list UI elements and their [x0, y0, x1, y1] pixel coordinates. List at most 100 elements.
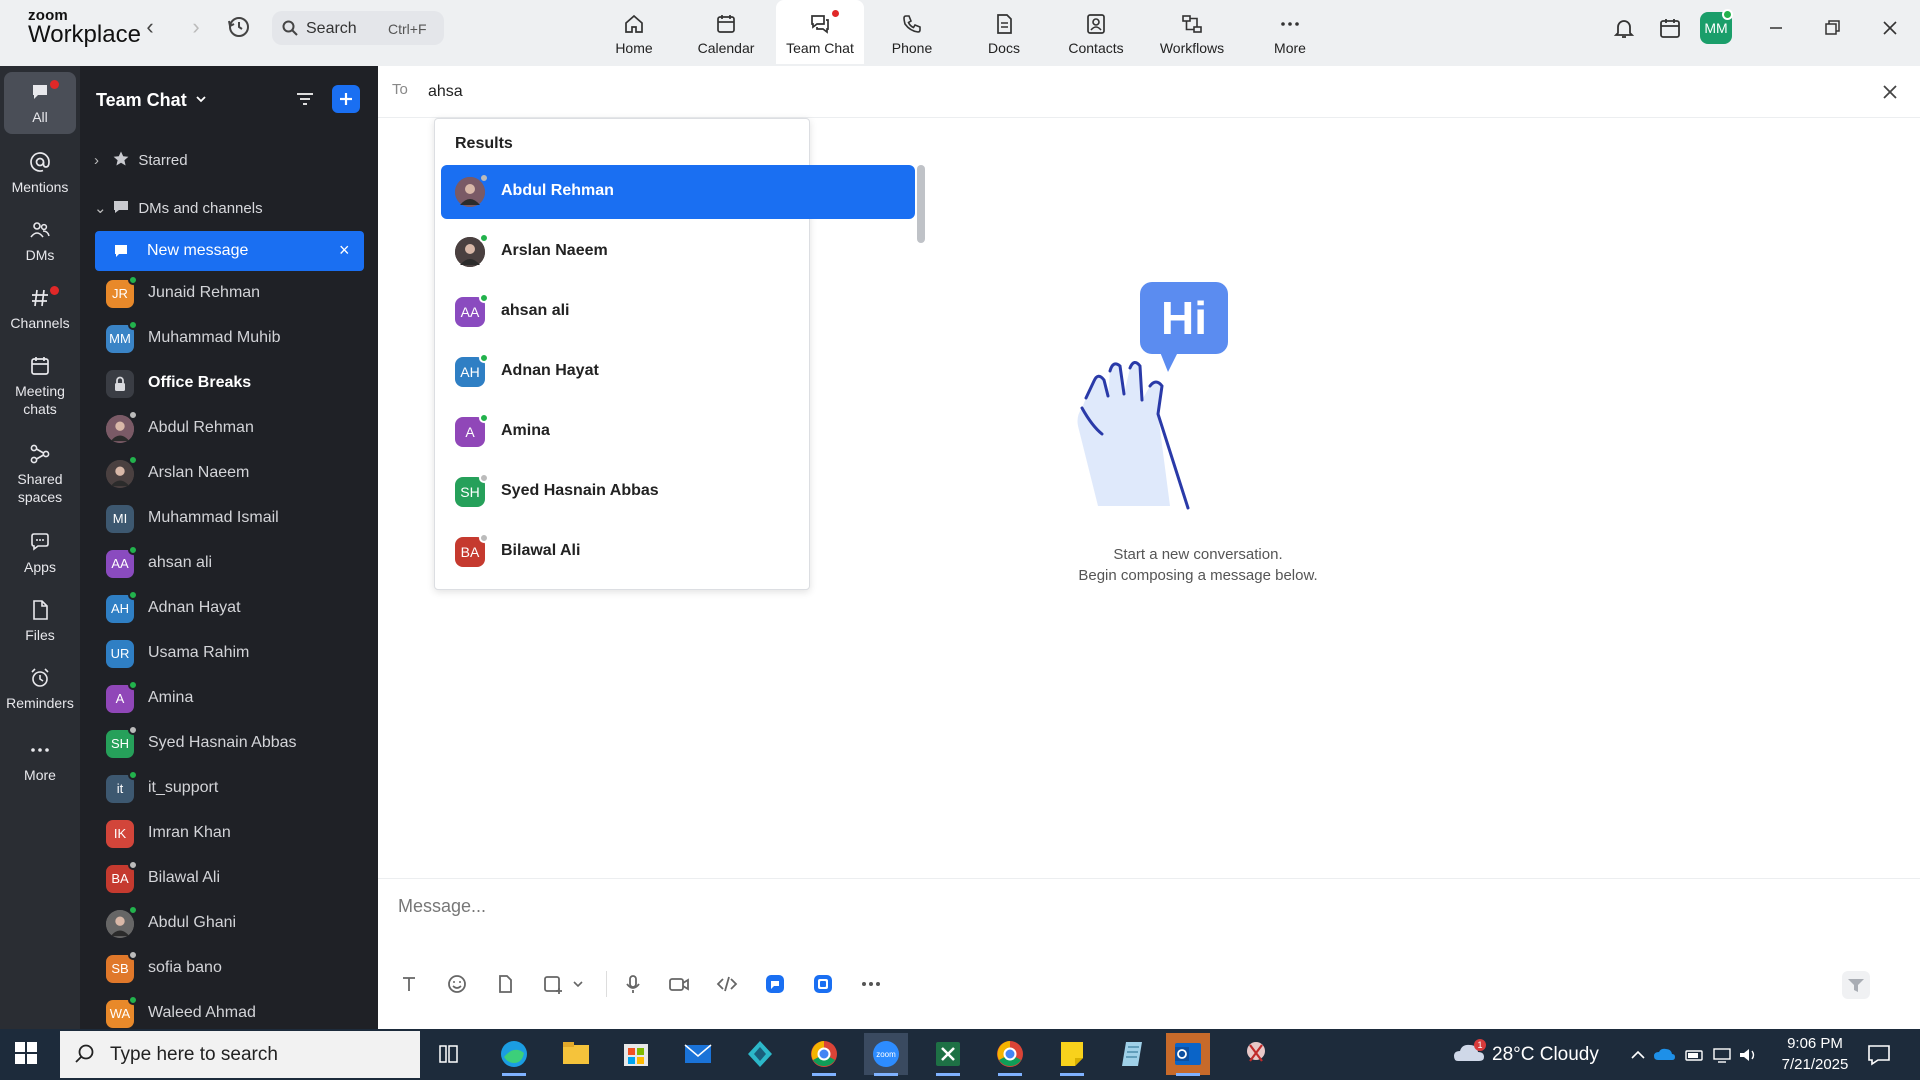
screenshot-icon[interactable]: [540, 971, 566, 997]
forward-arrow-icon[interactable]: ›: [184, 14, 208, 44]
text-format-icon[interactable]: [396, 971, 422, 997]
chat-list-item[interactable]: it it_support: [106, 767, 366, 807]
more-options-icon[interactable]: [858, 971, 884, 997]
app-icon-2[interactable]: [810, 971, 836, 997]
chat-list-item[interactable]: AA ahsan ali: [106, 542, 366, 582]
tab-calendar[interactable]: Calendar: [682, 0, 770, 64]
nav-more[interactable]: More: [4, 730, 76, 792]
chat-list-item[interactable]: WA Waleed Ahmad: [106, 992, 366, 1032]
add-chat-button[interactable]: [332, 85, 360, 113]
outlook-icon[interactable]: [1166, 1033, 1210, 1076]
nav-channels[interactable]: Channels: [4, 278, 76, 340]
chat-list-item[interactable]: JR Junaid Rehman: [106, 272, 366, 312]
file-attach-icon[interactable]: [492, 971, 518, 997]
nav-shared-spaces[interactable]: Shared spaces: [4, 434, 76, 512]
close-window-icon[interactable]: [1876, 14, 1904, 42]
app-diamond-icon[interactable]: [738, 1033, 782, 1075]
top-search-box[interactable]: Search Ctrl+F: [272, 11, 444, 45]
snipping-tool-icon[interactable]: [1236, 1033, 1280, 1075]
nav-all[interactable]: All: [4, 72, 76, 134]
chat-list-item[interactable]: IK Imran Khan: [106, 812, 366, 852]
task-view-icon[interactable]: [426, 1033, 470, 1075]
result-item[interactable]: AA ahsan ali: [441, 285, 915, 339]
chrome-profile-icon[interactable]: [988, 1033, 1032, 1076]
code-snippet-icon[interactable]: [714, 971, 740, 997]
nav-apps[interactable]: Apps: [4, 522, 76, 584]
zoom-app-icon[interactable]: zoom: [864, 1033, 908, 1076]
excel-icon[interactable]: [926, 1033, 970, 1076]
result-item[interactable]: Abdul Rehman: [441, 165, 915, 219]
filter-icon[interactable]: [294, 88, 316, 115]
send-icon[interactable]: [1842, 971, 1870, 999]
chat-list-item[interactable]: MI Muhammad Ismail: [106, 497, 366, 537]
weather-cloud-icon[interactable]: 1: [1452, 1039, 1488, 1074]
chat-bubble-icon: [28, 80, 52, 104]
tab-phone[interactable]: Phone: [868, 0, 956, 64]
video-icon[interactable]: [666, 971, 692, 997]
sidebar-title[interactable]: Team Chat: [96, 90, 187, 111]
chat-list-item[interactable]: SB sofia bano: [106, 947, 366, 987]
nav-meeting-chats[interactable]: Meeting chats: [4, 346, 76, 424]
tab-docs[interactable]: Docs: [960, 0, 1048, 64]
tab-workflows[interactable]: Workflows: [1148, 0, 1236, 64]
left-nav-rail: All Mentions DMs Channels Meeting chats Share…: [0, 66, 80, 1029]
tab-team-chat[interactable]: Team Chat: [776, 0, 864, 64]
chevron-down-icon[interactable]: [570, 971, 588, 997]
nav-label: Meeting chats: [15, 383, 65, 417]
tab-label: Home: [615, 40, 653, 56]
emoji-icon[interactable]: [444, 971, 470, 997]
starred-section[interactable]: › Starred: [94, 150, 188, 172]
nav-reminders[interactable]: Reminders: [4, 658, 76, 720]
chat-list-item[interactable]: AH Adnan Hayat: [106, 587, 366, 627]
windows-start-icon[interactable]: [14, 1041, 38, 1070]
chevron-down-icon[interactable]: [194, 92, 208, 111]
tab-more[interactable]: More: [1246, 0, 1334, 64]
store-icon[interactable]: [614, 1033, 658, 1075]
app-icon-1[interactable]: [762, 971, 788, 997]
minimize-icon[interactable]: [1762, 14, 1790, 42]
nav-files[interactable]: Files: [4, 590, 76, 652]
result-item[interactable]: BA Bilawal Ali: [441, 525, 915, 579]
result-item[interactable]: SH Syed Hasnain Abbas: [441, 465, 915, 519]
chrome-icon[interactable]: [802, 1033, 846, 1076]
bell-icon[interactable]: [1612, 16, 1636, 45]
taskbar-search-box[interactable]: Type here to search: [60, 1031, 420, 1078]
clock-date[interactable]: 7/21/2025: [1770, 1056, 1860, 1073]
results-scrollbar-thumb[interactable]: [917, 165, 925, 243]
chat-list-item[interactable]: A Amina: [106, 677, 366, 717]
notepad-icon[interactable]: [1112, 1033, 1156, 1075]
tab-contacts[interactable]: Contacts: [1052, 0, 1140, 64]
result-item[interactable]: AH Adnan Hayat: [441, 345, 915, 399]
file-explorer-icon[interactable]: [554, 1033, 598, 1075]
back-arrow-icon[interactable]: ‹: [138, 14, 162, 44]
nav-dms[interactable]: DMs: [4, 210, 76, 272]
chat-list-item[interactable]: Abdul Ghani: [106, 902, 366, 942]
chat-list-item[interactable]: Arslan Naeem: [106, 452, 366, 492]
edge-browser-icon[interactable]: [492, 1033, 536, 1076]
chat-list-item[interactable]: UR Usama Rahim: [106, 632, 366, 672]
dms-channels-section[interactable]: ⌄ DMs and channels: [94, 198, 263, 220]
weather-text[interactable]: 28°C Cloudy: [1492, 1044, 1599, 1066]
message-input[interactable]: [398, 891, 1798, 921]
result-item[interactable]: Arslan Naeem: [441, 225, 915, 279]
chat-list-item[interactable]: SH Syed Hasnain Abbas: [106, 722, 366, 762]
chat-list-item[interactable]: BA Bilawal Ali: [106, 857, 366, 897]
close-icon[interactable]: ×: [339, 240, 350, 261]
sticky-notes-icon[interactable]: [1050, 1033, 1094, 1076]
new-message-item[interactable]: New message ×: [95, 231, 364, 271]
restore-icon[interactable]: [1818, 14, 1846, 42]
microphone-icon[interactable]: [620, 971, 646, 997]
clock-time[interactable]: 9:06 PM: [1770, 1035, 1860, 1052]
close-icon[interactable]: [1878, 80, 1902, 104]
nav-mentions[interactable]: Mentions: [4, 142, 76, 204]
notifications-icon[interactable]: [1866, 1043, 1892, 1072]
calendar-shortcut-icon[interactable]: [1658, 16, 1682, 45]
chat-list-item[interactable]: Office Breaks: [106, 362, 366, 402]
mail-icon[interactable]: [676, 1033, 720, 1075]
recipient-input[interactable]: [428, 80, 1128, 104]
chat-list-item[interactable]: MM Muhammad Muhib: [106, 317, 366, 357]
tab-home[interactable]: Home: [590, 0, 678, 64]
chat-list-item[interactable]: Abdul Rehman: [106, 407, 366, 447]
result-item[interactable]: A Amina: [441, 405, 915, 459]
history-icon[interactable]: [226, 14, 256, 44]
